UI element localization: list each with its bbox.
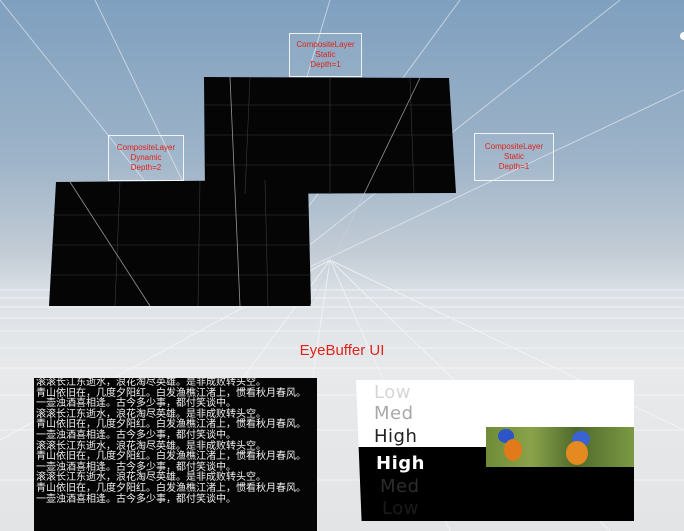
quality-med-label-light: Med	[374, 403, 414, 424]
quality-med-label-dark: Med	[380, 476, 420, 497]
poem-line: 一壶浊酒喜相逢。古今多少事，都付笑谈中。	[36, 429, 236, 441]
parrot-body-orange-2	[566, 441, 588, 465]
quality-low-label-dark: Low	[382, 498, 419, 519]
layer-label-right-line-1: CompositeLayer	[484, 142, 544, 151]
composite-layer-dynamic-quad	[49, 180, 311, 306]
poem-text-panel: 滚滚长江东逝水，浪花淘尽英雄。是非成败转头空。 青山依旧在，几度夕阳红。白发渔樵…	[34, 378, 317, 531]
layer-label-top-line-3: Depth=1	[310, 60, 341, 69]
layer-label-left-line-1: CompositeLayer	[116, 143, 176, 152]
parrot-body-orange	[504, 439, 522, 461]
layer-label-left-line-3: Depth=2	[130, 163, 162, 172]
layer-label-top-line-2: Static	[315, 50, 336, 59]
poem-line: 一壶浊酒喜相逢。古今多少事，都付笑谈中。	[36, 493, 236, 505]
light-orb	[680, 32, 684, 40]
scene-viewport: CompositeLayer Static Depth=1 CompositeL…	[0, 0, 684, 531]
quality-demo-panel: Low Med High High Med Low	[356, 380, 634, 521]
layer-label-right-line-3: Depth=1	[498, 162, 530, 171]
quality-high-label-dark: High	[376, 453, 425, 474]
quality-high-label-light: High	[374, 426, 418, 447]
poem-line: 滚滚长江东逝水，浪花淘尽英雄。是非成败转头空。	[36, 378, 266, 388]
layer-label-left-line-2: Dynamic	[130, 153, 162, 162]
quality-low-label-light: Low	[374, 382, 411, 403]
parrot-image	[486, 427, 634, 467]
layer-label-top: CompositeLayer Static Depth=1	[289, 33, 362, 77]
layer-label-left: CompositeLayer Dynamic Depth=2	[108, 135, 184, 181]
layer-label-top-line-1: CompositeLayer	[296, 40, 355, 49]
layer-label-right: CompositeLayer Static Depth=1	[474, 133, 554, 181]
eyebuffer-ui-title: EyeBuffer UI	[299, 342, 385, 359]
poem-line: 青山依旧在，几度夕阳红。白发渔樵江渚上，惯看秋月春风。	[36, 482, 306, 494]
layer-label-right-line-2: Static	[503, 152, 524, 161]
